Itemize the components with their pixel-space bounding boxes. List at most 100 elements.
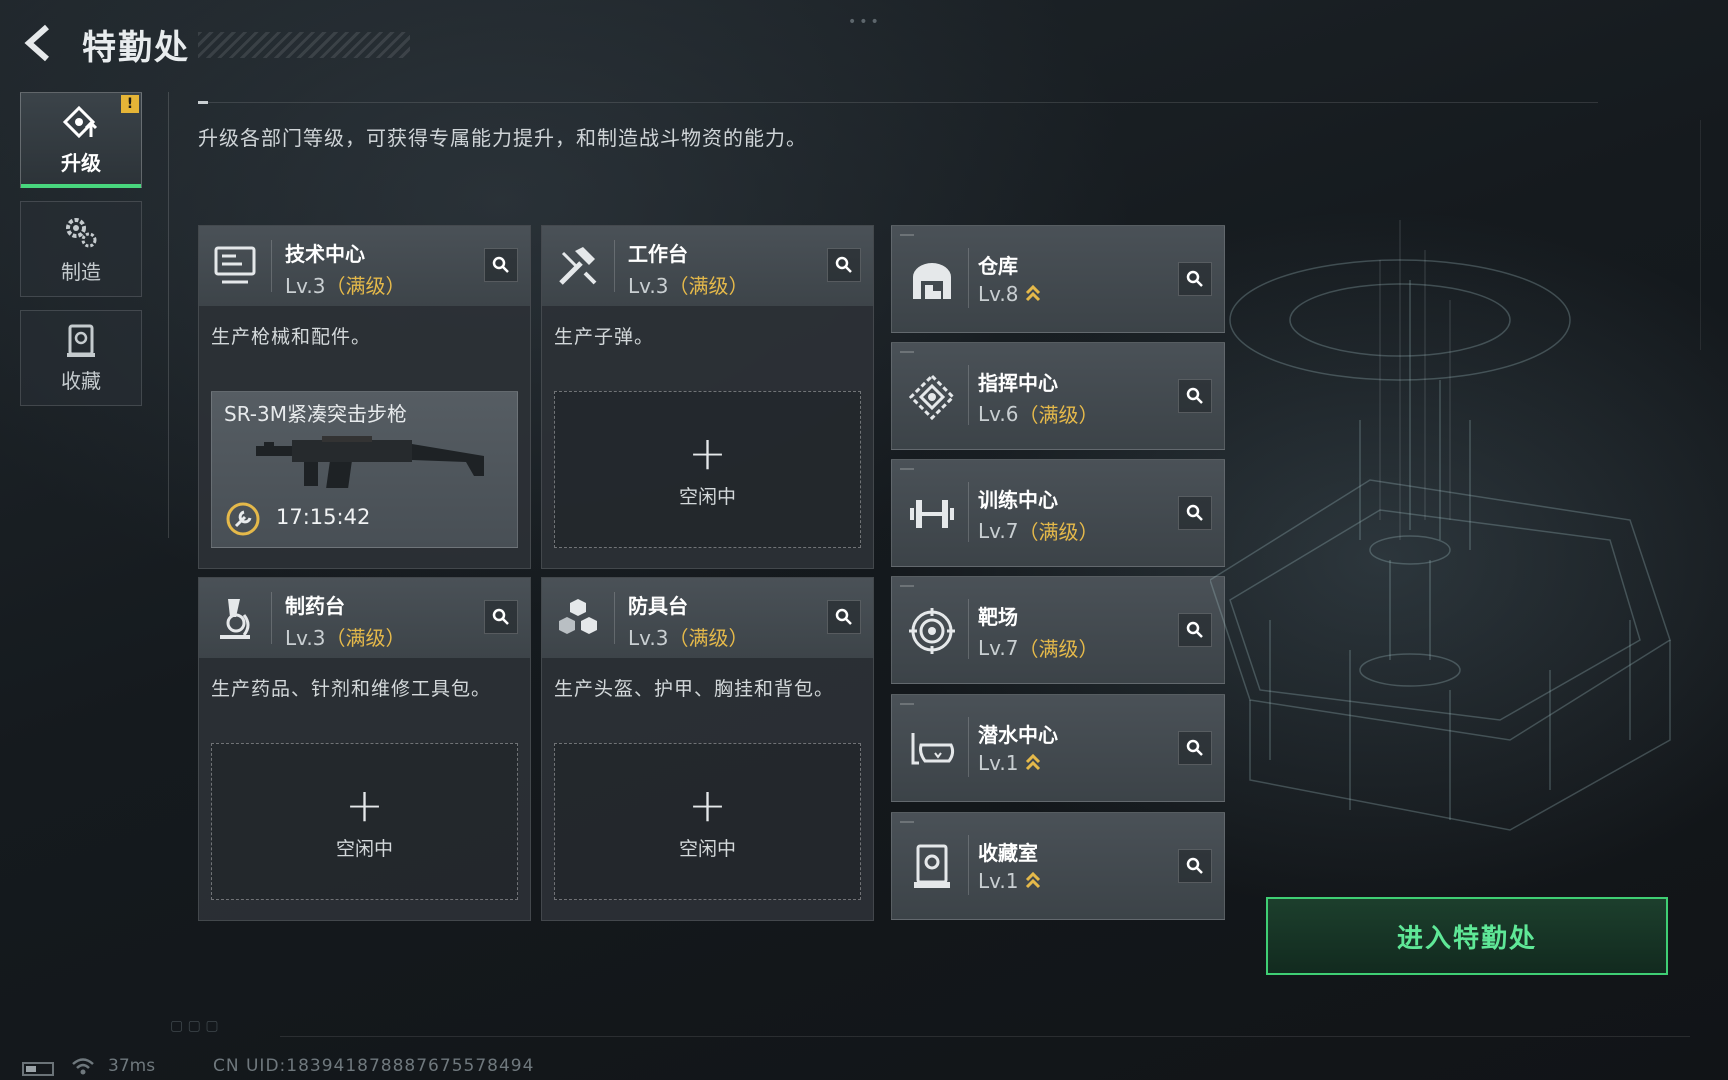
top-dots-decoration: ••• xyxy=(848,14,882,30)
facility-level: Lv.7 （满级） xyxy=(978,633,1099,662)
wifi-icon xyxy=(72,1058,94,1075)
facility-name: 仓库 xyxy=(978,254,1018,278)
empty-slot[interactable]: + 空闲中 xyxy=(554,391,861,548)
empty-slot[interactable]: + 空闲中 xyxy=(554,743,861,900)
search-icon xyxy=(1186,621,1203,638)
enter-special-ops-button[interactable]: 进入特勤处 xyxy=(1266,897,1668,975)
building-wireframe-illustration xyxy=(1210,220,1671,831)
crafting-timer: 17:15:42 xyxy=(276,505,371,529)
max-level-tag: （满级） xyxy=(1018,403,1099,427)
crafting-slot[interactable]: SR-3M紧凑突击步枪 17:15:42 xyxy=(211,391,518,548)
facility-training-center[interactable]: 训练中心 Lv.7 （满级） xyxy=(891,459,1225,567)
command-icon xyxy=(906,371,958,423)
rifle-icon xyxy=(256,436,484,488)
facility-warehouse[interactable]: 仓库 Lv.8 xyxy=(891,225,1225,333)
diving-mask-icon xyxy=(906,723,958,775)
inspect-button[interactable] xyxy=(484,600,518,634)
max-level-tag: （满级） xyxy=(325,626,406,650)
ping-readout: 37ms xyxy=(108,1056,156,1076)
plus-icon: + xyxy=(688,778,727,832)
upgrade-chevron-icon xyxy=(1025,753,1040,771)
sidebar-tab-label: 收藏 xyxy=(61,368,101,393)
facility-level: Lv.1 xyxy=(978,869,1041,893)
facility-shooting-range[interactable]: 靶场 Lv.7 （满级） xyxy=(891,576,1225,684)
facility-level: Lv.7 （满级） xyxy=(978,516,1099,545)
hammer-icon xyxy=(554,242,602,290)
sidebar-tab-craft[interactable]: 制造 xyxy=(20,201,142,297)
inspect-button[interactable] xyxy=(1178,262,1212,296)
idle-label: 空闲中 xyxy=(678,838,736,860)
inspect-button[interactable] xyxy=(827,248,861,282)
search-icon xyxy=(1186,270,1203,287)
sidebar-tab-collection[interactable]: 收藏 xyxy=(20,310,142,406)
max-level-tag: （满级） xyxy=(325,274,406,298)
facility-command-center[interactable]: 指挥中心 Lv.6 （满级） xyxy=(891,342,1225,450)
inspect-button[interactable] xyxy=(1178,731,1212,765)
warehouse-icon xyxy=(906,254,958,306)
status-bar: 37ms CN UID:18394187888767557849​4 xyxy=(0,1052,700,1080)
card-header: 技术中心 Lv.3（满级） xyxy=(199,226,530,306)
sidebar-tab-label: 制造 xyxy=(61,259,101,284)
card-title: 技术中心 xyxy=(285,242,365,266)
search-icon xyxy=(1186,504,1203,521)
right-rail-decoration xyxy=(1700,120,1701,350)
enter-button-label: 进入特勤处 xyxy=(1396,923,1537,954)
idle-label: 空闲中 xyxy=(678,486,736,508)
bottom-divider xyxy=(280,1036,1690,1037)
card-header: 防具台 Lv.3（满级） xyxy=(542,578,873,658)
inspect-button[interactable] xyxy=(1178,379,1212,413)
card-description: 生产药品、针剂和维修工具包。 xyxy=(211,678,492,700)
card-header: 工作台 Lv.3（满级） xyxy=(542,226,873,306)
plus-icon: + xyxy=(688,426,727,480)
search-icon xyxy=(492,608,509,625)
card-tech-center[interactable]: 技术中心 Lv.3（满级） 生产枪械和配件。 SR-3M紧凑突击步枪 17:15… xyxy=(198,225,531,569)
max-level-tag: （满级） xyxy=(1018,520,1099,544)
microscope-icon xyxy=(211,594,259,642)
inspect-button[interactable] xyxy=(1178,496,1212,530)
card-title: 制药台 xyxy=(285,594,345,618)
facility-name: 潜水中心 xyxy=(978,723,1058,747)
title-decoration xyxy=(198,32,410,58)
inspect-button[interactable] xyxy=(827,600,861,634)
inspect-button[interactable] xyxy=(1178,613,1212,647)
inspect-button[interactable] xyxy=(484,248,518,282)
max-level-tag: （满级） xyxy=(668,274,749,298)
facility-name: 收藏室 xyxy=(978,841,1038,865)
sidebar-tab-label: 升级 xyxy=(61,150,101,175)
battery-icon xyxy=(22,1062,54,1076)
back-arrow-icon xyxy=(24,24,49,62)
inspect-button[interactable] xyxy=(1178,849,1212,883)
search-icon xyxy=(835,608,852,625)
facility-diving-center[interactable]: 潜水中心 Lv.1 xyxy=(891,694,1225,802)
wrench-timer-icon xyxy=(226,502,260,536)
dumbbell-icon xyxy=(906,488,958,540)
crafting-item-name: SR-3M紧凑突击步枪 xyxy=(224,402,407,426)
card-level: Lv.3（满级） xyxy=(285,274,406,298)
page-title: 特勤处 xyxy=(82,28,190,68)
empty-slot[interactable]: + 空闲中 xyxy=(211,743,518,900)
max-level-tag: （满级） xyxy=(1018,637,1099,661)
card-level: Lv.3（满级） xyxy=(285,626,406,650)
target-icon xyxy=(906,605,958,657)
card-title: 工作台 xyxy=(628,242,688,266)
header-divider xyxy=(198,101,1598,104)
card-pharmacy[interactable]: 制药台 Lv.3（满级） 生产药品、针剂和维修工具包。 + 空闲中 xyxy=(198,577,531,921)
sidebar-tab-upgrade[interactable]: ! 升级 xyxy=(20,92,142,188)
collection-room-icon xyxy=(906,841,958,893)
card-description: 生产头盔、护甲、胸挂和背包。 xyxy=(554,678,835,700)
user-uid: CN UID:18394187888767557849​4 xyxy=(213,1056,535,1076)
card-armor-bench[interactable]: 防具台 Lv.3（满级） 生产头盔、护甲、胸挂和背包。 + 空闲中 xyxy=(541,577,874,921)
facility-level: Lv.8 xyxy=(978,282,1041,306)
collection-icon xyxy=(67,324,95,357)
card-workbench[interactable]: 工作台 Lv.3（满级） 生产子弹。 + 空闲中 xyxy=(541,225,874,569)
facility-level: Lv.6 （满级） xyxy=(978,399,1099,428)
search-icon xyxy=(1186,739,1203,756)
page-subtitle: 升级各部门等级，可获得专属能力提升，和制造战斗物资的能力。 xyxy=(198,126,807,150)
upgrade-chevron-icon xyxy=(1025,284,1040,302)
search-icon xyxy=(492,256,509,273)
facility-name: 训练中心 xyxy=(978,488,1058,512)
card-title: 防具台 xyxy=(628,594,688,618)
back-button[interactable] xyxy=(18,22,60,64)
search-icon xyxy=(835,256,852,273)
facility-collection-room[interactable]: 收藏室 Lv.1 xyxy=(891,812,1225,920)
